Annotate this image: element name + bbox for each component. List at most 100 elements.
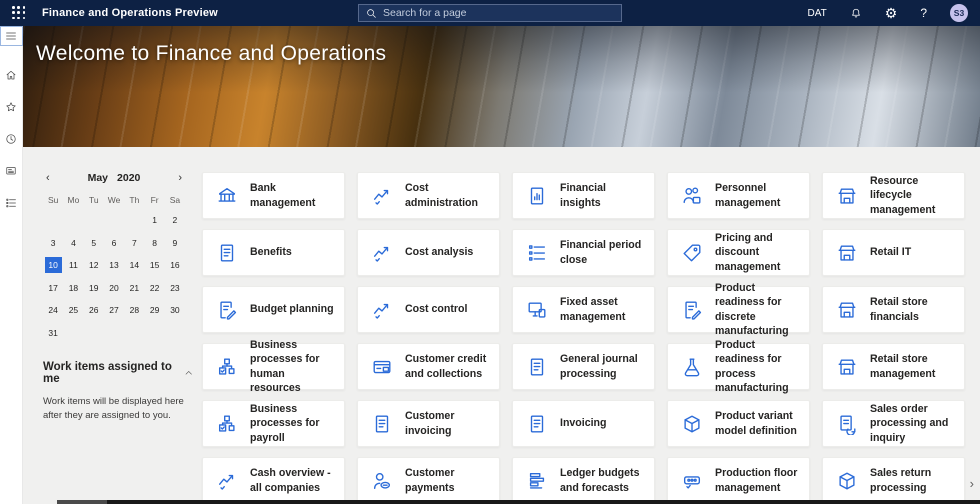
calendar-day-14[interactable]: 14 bbox=[124, 258, 144, 273]
notifications-bell-icon[interactable] bbox=[850, 7, 862, 20]
calendar-day-29[interactable]: 29 bbox=[144, 303, 164, 318]
workspace-tile-cost-analysis[interactable]: Cost analysis bbox=[357, 229, 500, 276]
workspace-tile-label: Retail store financials bbox=[870, 296, 928, 323]
calendar-day-24[interactable]: 24 bbox=[43, 303, 63, 318]
workspace-tile-product-variant-model-definition[interactable]: Product variant model definition bbox=[667, 400, 810, 447]
workspace-tile-label: Benefits bbox=[250, 246, 292, 259]
scrollbar-thumb[interactable] bbox=[57, 500, 107, 504]
calendar-day-3[interactable]: 3 bbox=[43, 235, 63, 250]
work-items-header[interactable]: Work items assigned to me bbox=[43, 361, 193, 385]
calendar-day-header: Sa bbox=[169, 195, 181, 205]
workspace-tile-retail-store-management[interactable]: Retail store management bbox=[822, 343, 965, 390]
workspace-tile-cost-administration[interactable]: Cost administration bbox=[357, 172, 500, 219]
workspace-tile-retail-it[interactable]: Retail IT bbox=[822, 229, 965, 276]
workspace-tile-fixed-asset-management[interactable]: Fixed asset management bbox=[512, 286, 655, 333]
store-icon bbox=[836, 356, 858, 378]
nav-recent-clock-icon[interactable] bbox=[0, 126, 23, 152]
calendar-prev-icon[interactable]: ‹ bbox=[43, 172, 53, 184]
workspace-tile-customer-credit-and-collections[interactable]: Customer credit and collections bbox=[357, 343, 500, 390]
workspace-tile-invoicing[interactable]: Invoicing bbox=[512, 400, 655, 447]
calendar-day-27[interactable]: 27 bbox=[104, 303, 124, 318]
calendar-day-empty bbox=[124, 213, 144, 228]
nav-news-screen-icon[interactable] bbox=[0, 158, 23, 184]
workspace-tile-pricing-and-discount-management[interactable]: Pricing and discount management bbox=[667, 229, 810, 276]
workspace-tile-sales-return-processing[interactable]: Sales return processing bbox=[822, 457, 965, 504]
workspace-tile-personnel-management[interactable]: Personnel management bbox=[667, 172, 810, 219]
calendar-day-15[interactable]: 15 bbox=[144, 258, 164, 273]
workspace-tile-production-floor-management[interactable]: Production floor management bbox=[667, 457, 810, 504]
calendar-day-17[interactable]: 17 bbox=[43, 280, 63, 295]
workspace-tile-cost-control[interactable]: Cost control bbox=[357, 286, 500, 333]
calendar-day-18[interactable]: 18 bbox=[63, 280, 83, 295]
workspace-tile-benefits[interactable]: Benefits bbox=[202, 229, 345, 276]
nav-modules-list-icon[interactable] bbox=[0, 190, 23, 216]
calendar-day-31[interactable]: 31 bbox=[43, 325, 63, 340]
store-icon bbox=[836, 242, 858, 264]
calendar-day-20[interactable]: 20 bbox=[104, 280, 124, 295]
help-icon[interactable]: ? bbox=[920, 6, 927, 20]
calendar-day-7[interactable]: 7 bbox=[124, 235, 144, 250]
workspace-tile-budget-planning[interactable]: Budget planning bbox=[202, 286, 345, 333]
calendar-day-30[interactable]: 30 bbox=[165, 303, 185, 318]
calendar-day-13[interactable]: 13 bbox=[104, 258, 124, 273]
nav-home-icon[interactable] bbox=[0, 62, 23, 88]
workspace-tile-ledger-budgets-and-forecasts[interactable]: Ledger budgets and forecasts bbox=[512, 457, 655, 504]
scroll-right-chevron[interactable]: › bbox=[970, 477, 974, 490]
nav-favorites-star-icon[interactable] bbox=[0, 94, 23, 120]
workspace-tile-financial-period-close[interactable]: Financial period close bbox=[512, 229, 655, 276]
calendar-day-23[interactable]: 23 bbox=[165, 280, 185, 295]
page-title: Welcome to Finance and Operations bbox=[36, 42, 387, 65]
horizontal-scrollbar[interactable] bbox=[57, 500, 980, 504]
workspace-tile-cash-overview-all-companies[interactable]: Cash overview - all companies bbox=[202, 457, 345, 504]
calendar-day-12[interactable]: 12 bbox=[84, 258, 104, 273]
trend-icon bbox=[371, 242, 393, 264]
workspace-tile-label: Customer payments bbox=[405, 467, 455, 494]
workspace-tile-business-processes-for-human-resources[interactable]: Business processes for human resources bbox=[202, 339, 345, 394]
settings-gear-icon[interactable]: ⚙ bbox=[885, 6, 898, 20]
calendar-day-16[interactable]: 16 bbox=[165, 258, 185, 273]
workspace-tile-resource-lifecycle-management[interactable]: Resource lifecycle management bbox=[822, 172, 965, 219]
calendar-day-19[interactable]: 19 bbox=[84, 280, 104, 295]
calendar-day-28[interactable]: 28 bbox=[124, 303, 144, 318]
calendar-year: 2020 bbox=[117, 172, 141, 184]
calendar-day-4[interactable]: 4 bbox=[63, 235, 83, 250]
calendar-day-6[interactable]: 6 bbox=[104, 235, 124, 250]
calendar-day-25[interactable]: 25 bbox=[63, 303, 83, 318]
calendar-day-11[interactable]: 11 bbox=[63, 258, 83, 273]
environment-label[interactable]: DAT bbox=[807, 8, 826, 19]
workspace-tile-label: Customer invoicing bbox=[405, 410, 455, 437]
cube-icon bbox=[681, 413, 703, 435]
trend-icon bbox=[216, 470, 238, 492]
workspace-tile-financial-insights[interactable]: Financial insights bbox=[512, 172, 655, 219]
calendar-day-21[interactable]: 21 bbox=[124, 280, 144, 295]
workspace-tile-sales-order-processing-and-inquiry[interactable]: Sales order processing and inquiry bbox=[822, 400, 965, 447]
doc-icon bbox=[526, 413, 548, 435]
calendar-day-8[interactable]: 8 bbox=[144, 235, 164, 250]
workspace-tile-label: Production floor management bbox=[715, 467, 798, 494]
calendar-day-9[interactable]: 9 bbox=[165, 235, 185, 250]
workspace-tile-customer-invoicing[interactable]: Customer invoicing bbox=[357, 400, 500, 447]
calendar-day-5[interactable]: 5 bbox=[84, 235, 104, 250]
workspace-tile-bank-management[interactable]: Bank management bbox=[202, 172, 345, 219]
workspace-tile-business-processes-for-payroll[interactable]: Business processes for payroll bbox=[202, 400, 345, 447]
machine-icon bbox=[681, 470, 703, 492]
calendar-day-1[interactable]: 1 bbox=[144, 213, 164, 228]
account-avatar[interactable]: S3 bbox=[950, 4, 968, 22]
workspace-tile-customer-payments[interactable]: Customer payments bbox=[357, 457, 500, 504]
nav-hamburger-icon[interactable] bbox=[0, 26, 23, 46]
calendar-day-header: We bbox=[107, 195, 121, 205]
calendar-day-10[interactable]: 10 bbox=[43, 257, 63, 273]
search-input[interactable] bbox=[383, 7, 614, 19]
calendar-day-2[interactable]: 2 bbox=[165, 213, 185, 228]
page-search[interactable] bbox=[358, 4, 622, 22]
calendar-next-icon[interactable]: › bbox=[175, 172, 185, 184]
workspace-tile-retail-store-financials[interactable]: Retail store financials bbox=[822, 286, 965, 333]
calendar-header: ‹ May 2020 › bbox=[43, 172, 185, 184]
workspace-tile-general-journal-processing[interactable]: General journal processing bbox=[512, 343, 655, 390]
workspace-tile-product-readiness-for-process-manufacturing[interactable]: Product readiness for process manufactur… bbox=[667, 339, 810, 394]
calendar-day-22[interactable]: 22 bbox=[144, 280, 164, 295]
calendar-day-26[interactable]: 26 bbox=[84, 303, 104, 318]
workspace-tile-label: Bank management bbox=[250, 182, 316, 209]
workspace-tile-product-readiness-for-discrete-manufacturing[interactable]: Product readiness for discrete manufactu… bbox=[667, 282, 810, 337]
app-launcher-icon[interactable] bbox=[12, 6, 26, 20]
